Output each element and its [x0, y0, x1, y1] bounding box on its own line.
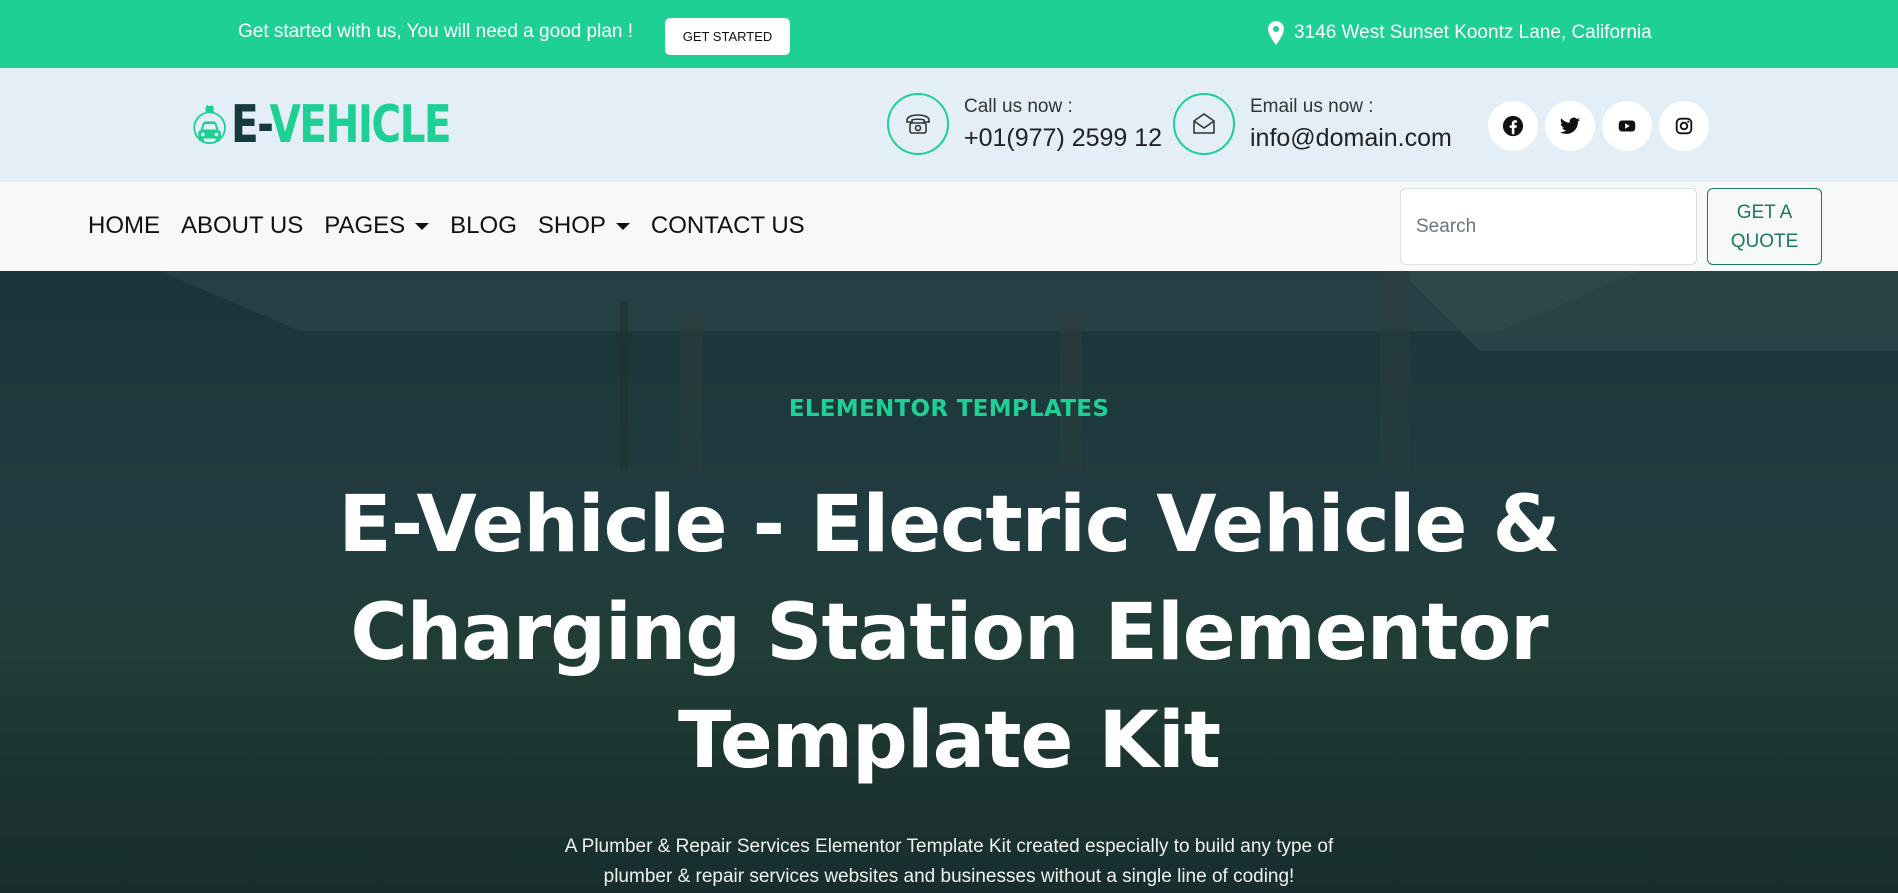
map-pin-icon	[1268, 21, 1284, 45]
nav-item-label: SHOP	[537, 212, 606, 239]
hero-title-line-1: E-Vehicle - Electric Vehicle &	[338, 480, 1560, 570]
instagram-link[interactable]	[1659, 101, 1709, 151]
address: 3146 West Sunset Koontz Lane, California	[1268, 21, 1652, 45]
twitter-link[interactable]	[1545, 101, 1595, 151]
facebook-link[interactable]	[1488, 101, 1538, 151]
get-a-quote-button[interactable]: GET A QUOTE	[1707, 188, 1822, 265]
nav-item-blog[interactable]: BLOG	[450, 212, 517, 240]
main-navigation: HOME ABOUT US PAGES BLOG SHOP CONTACT US…	[0, 182, 1898, 271]
hero-desc-line-2: plumber & repair services websites and b…	[603, 866, 1295, 887]
envelope-icon-circle	[1173, 93, 1235, 155]
phone-number[interactable]: +01(977) 2599 12	[964, 124, 1162, 153]
site-logo[interactable]: E-VEHICLE	[192, 80, 512, 170]
nav-item-about-us[interactable]: ABOUT US	[181, 212, 303, 240]
email-contact: Email us now : info@domain.com	[1173, 93, 1452, 155]
nav-item-label: BLOG	[450, 212, 517, 239]
email-address[interactable]: info@domain.com	[1250, 124, 1452, 153]
nav-item-pages[interactable]: PAGES	[324, 212, 430, 240]
hero-desc-line-1: A Plumber & Repair Services Elementor Te…	[564, 836, 1334, 857]
nav-item-shop[interactable]: SHOP	[538, 212, 630, 240]
get-started-button[interactable]: GET STARTED	[665, 18, 790, 55]
hero-eyebrow: ELEMENTOR TEMPLATES	[788, 396, 1110, 422]
facebook-icon	[1502, 115, 1524, 137]
logo-wordmark: E-VEHICLE	[231, 95, 452, 155]
hero-title: E-Vehicle - Electric Vehicle & Charging …	[320, 471, 1578, 795]
nav-menu: HOME ABOUT US PAGES BLOG SHOP CONTACT US	[88, 212, 826, 240]
caret-down-icon	[615, 222, 630, 230]
car-plug-icon	[193, 105, 226, 144]
quote-line-1: GET A	[1736, 201, 1793, 223]
nav-item-label: HOME	[88, 212, 160, 239]
hero-section: ELEMENTOR TEMPLATES E-Vehicle - Electric…	[0, 271, 1898, 893]
twitter-icon	[1559, 117, 1581, 134]
caret-down-icon	[415, 222, 430, 230]
youtube-link[interactable]	[1602, 101, 1652, 151]
nav-item-label: ABOUT US	[181, 212, 304, 239]
call-label: Call us now :	[964, 95, 1073, 117]
promo-text: Get started with us, You will need a goo…	[238, 21, 634, 42]
quote-label: GET A QUOTE	[1731, 198, 1799, 256]
phone-icon	[906, 114, 930, 134]
hero-title-line-2: Charging Station Elementor	[350, 588, 1548, 678]
top-bar: Get started with us, You will need a goo…	[0, 0, 1898, 68]
instagram-icon	[1675, 117, 1693, 135]
logo-text-e: E-	[231, 95, 271, 155]
quote-line-2: QUOTE	[1730, 230, 1799, 252]
nav-item-label: CONTACT US	[650, 212, 805, 239]
search-input[interactable]	[1400, 188, 1697, 265]
nav-item-label: PAGES	[324, 212, 406, 239]
call-contact: Call us now : +01(977) 2599 12	[887, 93, 1162, 155]
phone-icon-circle	[887, 93, 949, 155]
youtube-icon	[1618, 120, 1636, 132]
nav-item-contact-us[interactable]: CONTACT US	[651, 212, 805, 240]
envelope-icon	[1193, 113, 1215, 134]
hero-title-line-3: Template Kit	[677, 696, 1221, 786]
address-text: 3146 West Sunset Koontz Lane, California	[1294, 22, 1652, 43]
social-links	[1488, 101, 1709, 151]
hero-description: A Plumber & Repair Services Elementor Te…	[549, 832, 1349, 892]
site-header: E-VEHICLE Call us now : +01(977) 2599 12…	[0, 68, 1898, 182]
email-label: Email us now :	[1250, 95, 1374, 117]
nav-item-home[interactable]: HOME	[88, 212, 160, 240]
logo-text-vehicle: VEHICLE	[269, 95, 452, 155]
